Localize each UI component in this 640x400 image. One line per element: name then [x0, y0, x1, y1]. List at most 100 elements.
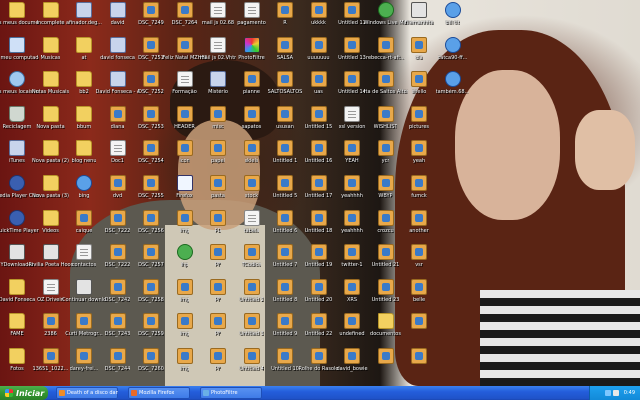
- image-icon: [344, 71, 360, 88]
- desktop-icon[interactable]: vsr: [399, 242, 439, 280]
- desktop-icon-label: DSC_7257: [138, 262, 164, 269]
- image-icon: [277, 244, 293, 261]
- start-button[interactable]: Iniciar: [0, 386, 48, 400]
- desktop-icon[interactable]: também.68...: [433, 69, 473, 107]
- desktop-icon-label: WISHLIST: [373, 123, 398, 130]
- image-icon: [176, 2, 193, 18]
- desktop-icon-label: yeah: [412, 158, 426, 165]
- photofiltre-icon: [243, 36, 260, 53]
- network-tray-icon[interactable]: [604, 390, 611, 396]
- desktop-icon-label: catca90-ff...: [437, 54, 468, 61]
- my-computer-icon: [9, 36, 25, 53]
- desktop-icon-label: XRS: [346, 296, 358, 303]
- desktop-icon-label: DSC_7244: [104, 366, 131, 372]
- image-icon: [143, 278, 159, 295]
- desktop-icon-label: Formação: [172, 89, 197, 96]
- taskbar-button[interactable]: PhotoFiltre: [200, 387, 262, 399]
- desktop-icon-label: DSC_7252: [138, 89, 164, 96]
- wallpaper-photo-shape: [575, 110, 635, 190]
- desktop-icon-label: YEAH: [345, 158, 359, 165]
- folder-icon: [9, 348, 25, 364]
- image-icon: [243, 348, 260, 364]
- image-icon: [210, 278, 226, 295]
- desktop-icon-label: Untitled 9: [272, 331, 298, 338]
- desktop-icon-label: img: [179, 366, 190, 372]
- desktop-icon-label: img: [179, 296, 190, 303]
- image-icon: [310, 71, 327, 88]
- my-documents-icon: [9, 2, 25, 18]
- image-icon: [277, 313, 293, 330]
- image-icon: [377, 71, 394, 88]
- desktop-icon-label: Untitled 8: [272, 296, 298, 303]
- desktop-icon[interactable]: another: [399, 208, 439, 246]
- volume-tray-icon[interactable]: [612, 390, 619, 396]
- folder-icon: [42, 36, 59, 53]
- document-icon: [243, 209, 260, 226]
- image-icon: [344, 278, 360, 295]
- desktop[interactable]: Os meus documentosO meu computadorOs meu…: [0, 0, 640, 386]
- desktop-icon[interactable]: yeah: [399, 138, 439, 176]
- desktop-icon[interactable]: [399, 346, 439, 384]
- desktop-icon-label: Untitled 7: [272, 262, 298, 269]
- document-icon: [344, 105, 360, 122]
- program-icon: [9, 244, 25, 261]
- windows-flag-icon: [5, 389, 13, 397]
- image-icon: [277, 2, 293, 18]
- image-icon: [377, 278, 394, 295]
- image-icon: [176, 313, 193, 330]
- image-icon: [143, 348, 159, 364]
- desktop-icon-label: Nova pasta: [36, 123, 65, 130]
- desktop-icon-label: iTunes: [9, 158, 25, 165]
- document-icon: [76, 244, 92, 261]
- desktop-icon-label: Untitled 3: [239, 331, 264, 338]
- taskbar-button-label: Death of a disco danc...: [67, 390, 118, 396]
- desktop-icon-label: Fotos: [10, 366, 24, 372]
- image-icon: [210, 313, 226, 330]
- desktop-icon[interactable]: catca90-ff...: [433, 35, 473, 73]
- browser-icon: [444, 71, 461, 88]
- image-icon: [377, 140, 394, 157]
- desktop-icon[interactable]: [399, 311, 439, 349]
- clock[interactable]: 0:49: [624, 390, 635, 396]
- image-icon: [243, 71, 260, 88]
- image-icon: [243, 105, 260, 122]
- folder-icon: [42, 175, 59, 191]
- desktop-icon-label: undefined: [339, 331, 365, 338]
- image-icon: [310, 209, 327, 226]
- image-icon: [42, 348, 59, 364]
- desktop-icon-label: Untitled 23: [371, 296, 400, 303]
- desktop-icon-label: Untitled 14: [338, 89, 366, 96]
- image-icon: [310, 140, 327, 157]
- image-icon: [143, 2, 159, 18]
- desktop-icon[interactable]: belle: [399, 277, 439, 315]
- image-icon: [109, 278, 126, 295]
- image-icon: [176, 105, 193, 122]
- desktop-icon[interactable]: fumck: [399, 173, 439, 211]
- image-icon: [277, 348, 293, 364]
- wallpaper-photo-shape: [480, 290, 640, 386]
- image-icon: [377, 105, 394, 122]
- system-tray: 0:49: [589, 386, 640, 400]
- image-icon: [411, 244, 427, 261]
- desktop-icon-label: yeahhhh: [341, 227, 363, 234]
- recycle-bin-icon: [9, 105, 25, 122]
- image-icon: [411, 348, 427, 364]
- image-icon: [277, 36, 293, 53]
- desktop-icon-label: Untitled 2: [239, 296, 264, 303]
- desktop-icon-label: Untitled 5: [272, 193, 298, 199]
- taskbar-button[interactable]: Mozilla Firefox: [128, 387, 190, 399]
- desktop-icon-label: pagamento: [237, 20, 266, 26]
- desktop-icon[interactable]: bill tit: [433, 0, 473, 38]
- desktop-icon-label: PF: [215, 366, 221, 372]
- desktop-icon-label: 2386: [44, 331, 57, 338]
- image-icon: [411, 140, 427, 157]
- desktop-icon-label: at: [81, 54, 87, 61]
- image-icon: [243, 278, 260, 295]
- taskbar-button[interactable]: Death of a disco danc...: [56, 387, 118, 399]
- desktop-icon[interactable]: pictures: [399, 104, 439, 142]
- desktop-icon-label: FAME: [10, 331, 24, 338]
- desktop-icon-label: ola: [415, 54, 423, 61]
- image-icon: [176, 36, 193, 53]
- desktop-icon-label: uas: [314, 89, 323, 96]
- quicktime-icon: [9, 209, 25, 226]
